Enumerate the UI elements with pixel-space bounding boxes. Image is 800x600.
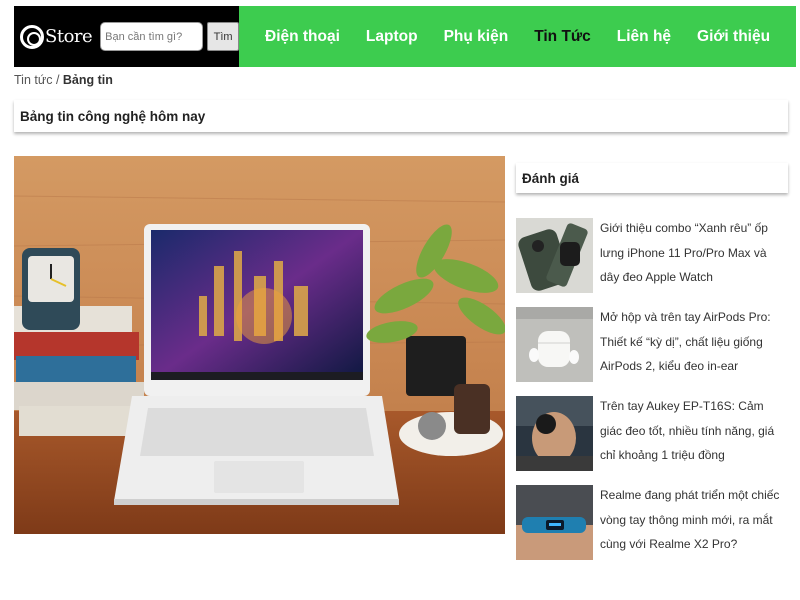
logo-text: Store (45, 26, 93, 47)
sidebar-title: Đánh giá (522, 170, 580, 186)
nav-item-accessories[interactable]: Phụ kiện (444, 28, 509, 46)
main-nav: Điện thoại Laptop Phụ kiện Tin Tức Liên … (239, 6, 797, 67)
breadcrumb-parent[interactable]: Tin tức (14, 73, 52, 87)
news-title[interactable]: Realme đang phát triển một chiếc vòng ta… (600, 483, 788, 560)
news-title[interactable]: Trên tay Aukey EP-T16S: Cảm giác đeo tốt… (600, 394, 788, 471)
page-title-bar: Bảng tin công nghệ hôm nay (14, 100, 788, 132)
sidebar-news-item[interactable]: Realme đang phát triển một chiếc vòng ta… (516, 485, 788, 560)
site-logo[interactable]: Store (20, 24, 93, 49)
news-thumbnail[interactable] (516, 218, 593, 293)
sidebar-news-item[interactable]: Giới thiệu combo “Xanh rêu” ốp lưng iPho… (516, 218, 788, 293)
news-title[interactable]: Mở hộp và trên tay AirPods Pro: Thiết kế… (600, 305, 788, 382)
breadcrumb-separator: / (52, 73, 63, 87)
nav-item-news[interactable]: Tin Tức (534, 28, 591, 46)
news-thumbnail[interactable] (516, 307, 593, 382)
featured-article-image[interactable] (14, 156, 505, 534)
nav-item-about[interactable]: Giới thiệu (697, 28, 770, 46)
search-input[interactable] (100, 22, 204, 51)
news-thumbnail[interactable] (516, 396, 593, 471)
nav-item-contact[interactable]: Liên hệ (617, 28, 671, 46)
nav-item-phones[interactable]: Điện thoại (265, 28, 340, 46)
search-button[interactable]: Tìm (207, 22, 239, 51)
sidebar-news-item[interactable]: Trên tay Aukey EP-T16S: Cảm giác đeo tốt… (516, 396, 788, 471)
breadcrumb: Tin tức / Bảng tin (14, 73, 113, 87)
news-title[interactable]: Giới thiệu combo “Xanh rêu” ốp lưng iPho… (600, 216, 788, 293)
breadcrumb-current: Bảng tin (62, 73, 113, 87)
logo-badge-icon (20, 24, 44, 49)
nav-item-laptop[interactable]: Laptop (366, 28, 418, 46)
site-header: Store Tìm Điện thoại Laptop Phụ kiện Tin… (14, 6, 797, 67)
sidebar-news-item[interactable]: Mở hộp và trên tay AirPods Pro: Thiết kế… (516, 307, 788, 382)
news-thumbnail[interactable] (516, 485, 593, 560)
page-title: Bảng tin công nghệ hôm nay (20, 108, 206, 124)
brand-bar: Store Tìm (14, 6, 239, 67)
sidebar-header: Đánh giá (516, 163, 788, 193)
